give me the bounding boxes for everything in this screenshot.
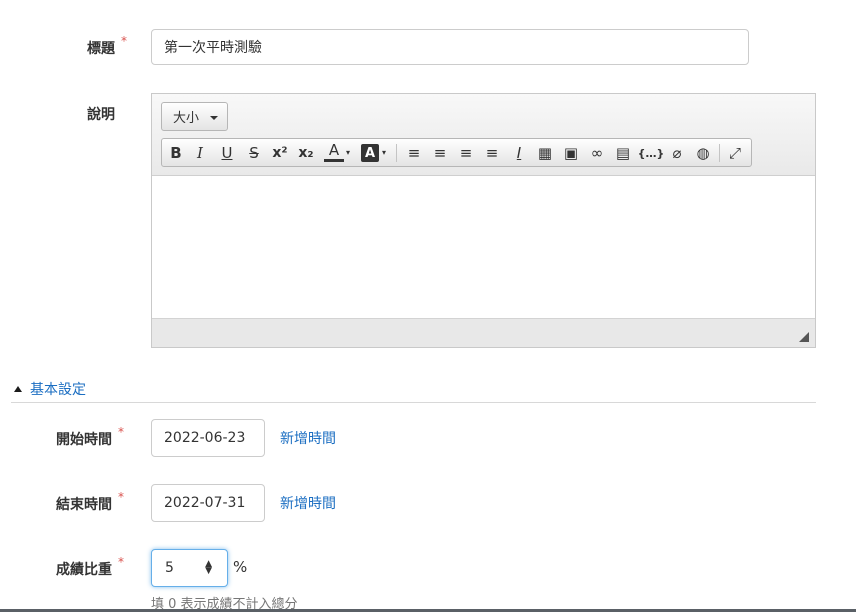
editor-toolbar-area: 大小 B I U S x² x₂ A ▾ A ▾ ≡ ≡ ≡ ≡ I ▦ ▣ ∞… [152,94,815,176]
description-label: 說明 [87,107,115,123]
chevron-down-icon[interactable]: ▾ [344,142,352,164]
start-time-label-wrap: 開始時間 * [56,425,124,449]
add-start-time-link[interactable]: 新增時間 [280,428,336,448]
superscript-icon[interactable]: x² [269,142,291,164]
align-center-icon[interactable]: ≡ [482,142,502,164]
toolbar-separator [396,144,397,162]
description-label-wrap: 說明 [87,104,115,124]
underline-icon[interactable]: U [218,142,236,164]
title-label: 標題 [87,41,115,57]
link-icon[interactable]: ∞ [587,142,607,164]
subscript-icon[interactable]: x₂ [295,142,317,164]
bold-icon[interactable]: B [166,142,186,164]
spinner-arrows-icon[interactable]: ▲ ▼ [205,560,212,576]
editor-status-bar [152,318,815,347]
caret-up-icon [14,386,22,392]
required-mark: * [118,490,124,504]
background-color-icon[interactable]: A [361,144,379,162]
italic-icon[interactable]: I [191,142,209,164]
start-time-input[interactable] [151,419,265,457]
maximize-icon[interactable]: ⤢ [725,142,745,164]
bulleted-list-icon[interactable]: ≡ [430,142,450,164]
image-icon[interactable]: ▣ [561,142,581,164]
attachment-icon[interactable]: ⌀ [667,142,687,164]
weight-unit: % [233,558,248,576]
editor-toolbar: B I U S x² x₂ A ▾ A ▾ ≡ ≡ ≡ ≡ I ▦ ▣ ∞ ▤ … [161,138,752,167]
required-mark: * [121,34,127,48]
weight-label-wrap: 成績比重 * [56,555,124,579]
weight-number-input[interactable]: 5 ▲ ▼ [151,549,228,587]
weight-label: 成績比重 [56,562,112,578]
font-size-combo[interactable]: 大小 [161,102,228,131]
end-time-label-wrap: 結束時間 * [56,490,124,514]
strikethrough-icon[interactable]: S [245,142,263,164]
chevron-down-icon[interactable]: ▾ [380,142,388,164]
remove-format-icon[interactable]: I [509,142,529,164]
table-icon[interactable]: ▦ [535,142,555,164]
end-time-label: 結束時間 [56,497,112,513]
text-color-icon[interactable]: A [324,142,344,162]
weight-value: 5 [165,560,174,576]
chevron-down-icon [210,116,218,120]
required-mark: * [118,425,124,439]
rich-text-editor: 大小 B I U S x² x₂ A ▾ A ▾ ≡ ≡ ≡ ≡ I ▦ ▣ ∞… [151,93,816,348]
add-end-time-link[interactable]: 新增時間 [280,493,336,513]
numbered-list-icon[interactable]: ≡ [404,142,424,164]
start-time-label: 開始時間 [56,432,112,448]
font-size-combo-label: 大小 [173,111,200,126]
editor-content-area[interactable] [152,176,815,318]
video-icon[interactable]: ▤ [613,142,633,164]
align-left-icon[interactable]: ≡ [456,142,476,164]
code-snippet-icon[interactable]: {…} [638,142,665,164]
globe-icon[interactable]: ◍ [693,142,713,164]
toolbar-separator [719,144,720,162]
end-time-input[interactable] [151,484,265,522]
resize-grip-icon[interactable] [799,332,809,342]
required-mark: * [118,555,124,569]
section-divider [11,402,816,403]
title-input[interactable] [151,29,749,65]
section-toggle-basic-settings[interactable]: 基本設定 [14,379,86,399]
section-title: 基本設定 [30,382,86,398]
title-label-wrap: 標題 * [87,34,127,58]
